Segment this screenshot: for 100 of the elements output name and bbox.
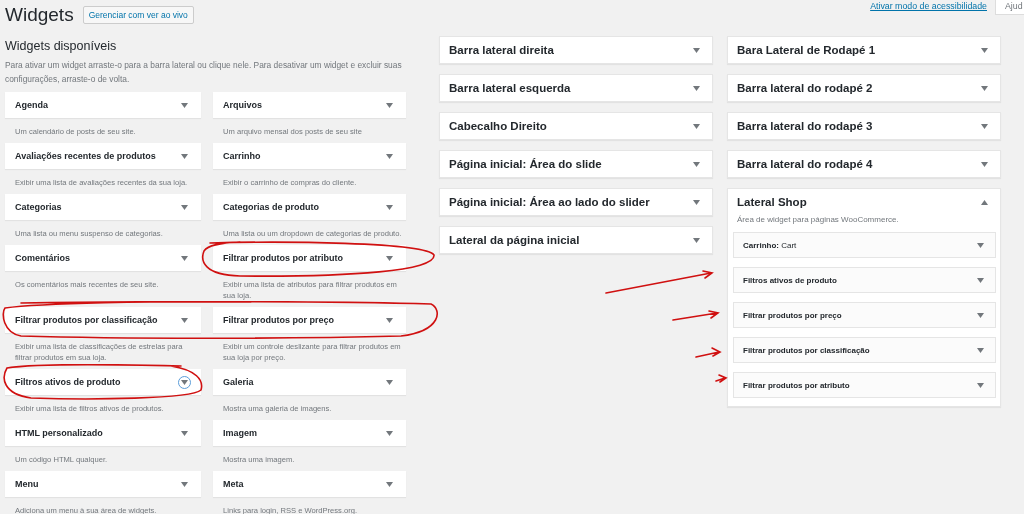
caret-icon <box>181 481 188 487</box>
section-title: Widgets disponíveis <box>5 39 118 53</box>
widget-title: Avaliações recentes de produtos <box>15 151 156 161</box>
widget-title: Filtrar produtos por classificação <box>743 345 870 355</box>
widget-header[interactable]: Carrinho: Cart <box>733 232 996 258</box>
widget-header[interactable]: Arquivos <box>213 92 406 118</box>
widget-header[interactable]: Filtros ativos de produto <box>5 369 201 395</box>
widget-title: Filtrar produtos por preço <box>223 315 334 325</box>
widget-header[interactable]: Meta <box>213 471 406 497</box>
caret-icon <box>386 102 393 108</box>
arrow-mark <box>671 310 720 322</box>
caret-icon <box>386 255 393 261</box>
widget-title: Filtros ativos de produto <box>15 377 121 387</box>
expand-icon <box>693 123 700 129</box>
widget-header[interactable]: Menu <box>5 471 201 497</box>
widget-title: Filtros ativos de produto <box>743 275 837 285</box>
manage-live-button[interactable]: Gerenciar com ver ao vivo <box>82 5 194 24</box>
widget-header[interactable]: Filtrar produtos por atributo <box>733 372 996 398</box>
widget-header[interactable]: Filtrar produtos por atributo <box>213 245 406 271</box>
sidebar-title: Barra lateral do rodapé 2 <box>737 82 873 94</box>
caret-icon <box>977 347 984 353</box>
widget-title: Galeria <box>223 377 254 387</box>
expand-icon <box>693 47 700 53</box>
sidebar-header[interactable]: Lateral Shop <box>728 189 1000 215</box>
caret-icon <box>181 317 188 323</box>
widget-header[interactable]: Filtrar produtos por preço <box>213 307 406 333</box>
widget-title: Filtrar produtos por atributo <box>743 380 850 390</box>
widget-header[interactable]: Categorias <box>5 194 201 220</box>
expand-icon <box>981 123 988 129</box>
page-title: Widgets <box>5 3 74 26</box>
sidebar-title: Página inicial: Área do slide <box>449 158 602 170</box>
expand-icon <box>693 199 700 205</box>
collapse-icon <box>981 199 988 205</box>
sidebar-header[interactable]: Bara Lateral de Rodapé 1 <box>728 37 1000 63</box>
widget-title: Menu <box>15 479 39 489</box>
widget-title: Filtrar produtos por atributo <box>223 253 343 263</box>
sidebar-title: Barra lateral do rodapé 3 <box>737 120 873 132</box>
sidebar-header[interactable]: Barra lateral esquerda <box>440 75 712 101</box>
caret-icon <box>181 255 188 261</box>
sidebar-header[interactable]: Barra lateral direita <box>440 37 712 63</box>
caret-icon <box>181 102 188 108</box>
widget-title: Comentários <box>15 253 70 263</box>
sidebar-title: Página inicial: Área ao lado do slider <box>449 196 650 208</box>
sidebar-header[interactable]: Barra lateral do rodapé 4 <box>728 151 1000 177</box>
caret-icon <box>386 153 393 159</box>
widget-header[interactable]: Agenda <box>5 92 201 118</box>
caret-icon <box>386 430 393 436</box>
sidebar-title: Cabecalho Direito <box>449 120 547 132</box>
widget-title: Categorias <box>15 202 62 212</box>
caret-icon <box>181 379 188 385</box>
caret-icon <box>181 153 188 159</box>
widget-title: Arquivos <box>223 100 262 110</box>
caret-icon <box>386 379 393 385</box>
sidebar-header[interactable]: Barra lateral do rodapé 3 <box>728 113 1000 139</box>
expand-icon <box>981 161 988 167</box>
widget-title: Filtrar produtos por preço <box>743 310 842 320</box>
sidebar-header[interactable]: Cabecalho Direito <box>440 113 712 139</box>
widget-title: Agenda <box>15 100 48 110</box>
sidebar-title: Barra lateral do rodapé 4 <box>737 158 873 170</box>
caret-icon <box>386 481 393 487</box>
widget-header[interactable]: Carrinho <box>213 143 406 169</box>
widget-header[interactable]: Filtrar produtos por classificação <box>5 307 201 333</box>
widget-title: Carrinho: Cart <box>743 240 797 250</box>
widget-header[interactable]: Imagem <box>213 420 406 446</box>
widget-header[interactable]: Filtros ativos de produto <box>733 267 996 293</box>
widget-header[interactable]: Filtrar produtos por preço <box>733 302 996 328</box>
widget-header[interactable]: Avaliações recentes de produtos <box>5 143 201 169</box>
widget-header[interactable]: Galeria <box>213 369 406 395</box>
caret-icon <box>386 204 393 210</box>
widget-title: HTML personalizado <box>15 428 103 438</box>
caret-icon <box>386 317 393 323</box>
expand-icon <box>981 47 988 53</box>
accessibility-link[interactable]: Ativar modo de acessibilidade <box>870 1 987 11</box>
caret-icon <box>977 277 984 283</box>
widget-header[interactable]: Comentários <box>5 245 201 271</box>
widget-title: Carrinho <box>223 151 261 161</box>
sidebar-description: Área de widget para páginas WooCommerce. <box>736 215 900 226</box>
sidebar-header[interactable]: Lateral da página inicial <box>440 227 712 253</box>
sidebar-header[interactable]: Página inicial: Área do slide <box>440 151 712 177</box>
caret-icon <box>977 312 984 318</box>
widget-header[interactable]: Filtrar produtos por classificação <box>733 337 996 363</box>
caret-icon <box>977 242 984 248</box>
widget-header[interactable]: Categorias de produto <box>213 194 406 220</box>
section-description: Para ativar um widget arraste-o para a barra lateral ou clique nele. Para desativar um widget e excluir suas configurações, arraste-o de volta. <box>5 59 403 86</box>
sidebar-header[interactable]: Barra lateral do rodapé 2 <box>728 75 1000 101</box>
arrow-mark <box>694 347 722 359</box>
caret-icon <box>977 382 984 388</box>
expand-icon <box>981 85 988 91</box>
sidebar-title: Lateral da página inicial <box>449 234 580 246</box>
help-tab[interactable]: Ajud <box>995 0 1024 15</box>
widget-title: Meta <box>223 479 244 489</box>
caret-icon <box>181 430 188 436</box>
sidebar-title: Lateral Shop <box>737 196 807 208</box>
widget-title: Filtrar produtos por classificação <box>15 315 158 325</box>
sidebar-title: Barra lateral esquerda <box>449 82 571 94</box>
arrow-mark <box>714 373 728 383</box>
sidebar-header[interactable]: Página inicial: Área ao lado do slider <box>440 189 712 215</box>
widget-header[interactable]: HTML personalizado <box>5 420 201 446</box>
widget-title: Categorias de produto <box>223 202 319 212</box>
expand-icon <box>693 237 700 243</box>
